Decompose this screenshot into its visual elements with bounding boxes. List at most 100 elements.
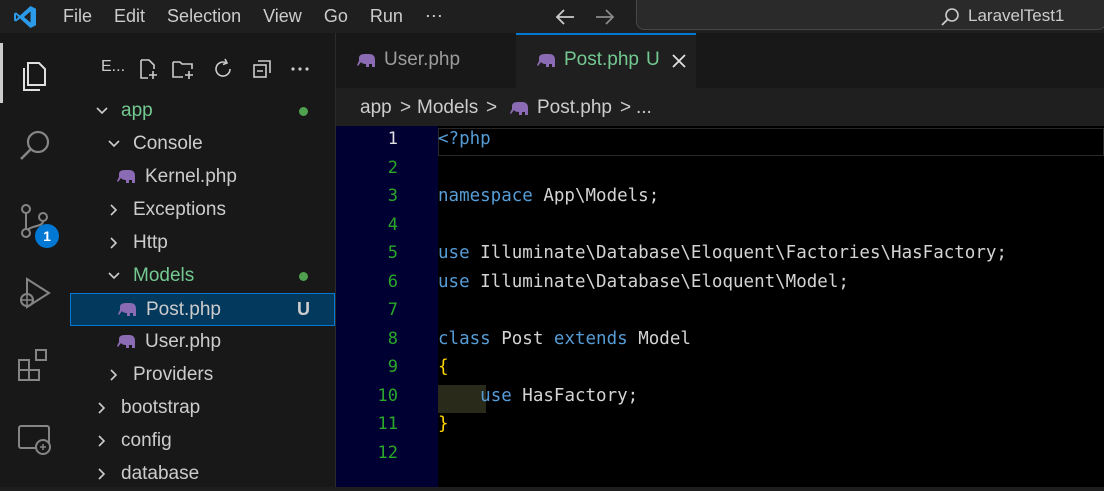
- chevron-down-icon: [108, 140, 120, 148]
- back-arrow-icon[interactable]: [554, 7, 576, 27]
- php-elephant-icon: [537, 54, 555, 67]
- line-number: 8: [387, 328, 398, 349]
- menu-file[interactable]: File: [52, 0, 103, 33]
- tree-item-label: Post.php: [146, 299, 221, 320]
- vscode-logo-icon: [14, 6, 36, 28]
- php-elephant-icon: [118, 303, 136, 316]
- line-number: 1: [387, 129, 398, 149]
- breadcrumb: app > Models > Post.php > ...: [336, 88, 1104, 126]
- tree-folder[interactable]: Http: [70, 227, 335, 260]
- tab-label: Post.php: [564, 49, 639, 70]
- menu-go[interactable]: Go: [313, 0, 359, 33]
- line-number: 4: [387, 214, 398, 235]
- menu-selection[interactable]: Selection: [156, 0, 252, 33]
- breadcrumb-app[interactable]: app: [360, 97, 392, 119]
- new-file-icon[interactable]: [136, 57, 160, 81]
- php-elephant-icon: [117, 170, 135, 183]
- explorer-title: E...: [101, 58, 126, 75]
- menu-run[interactable]: Run: [359, 0, 414, 33]
- tree-item-label: User.php: [145, 331, 222, 352]
- line-number: 2: [387, 157, 398, 178]
- line-number: 10: [377, 385, 398, 406]
- git-modified-dot: [299, 272, 308, 281]
- tab-git-status: U: [646, 49, 660, 70]
- workspace-name: LaravelTest1: [968, 6, 1065, 25]
- chevron-right-icon: [110, 204, 118, 216]
- tree-item-label: bootstrap: [121, 397, 201, 418]
- tree-file[interactable]: Post.php U: [70, 293, 335, 326]
- tree-item-label: Console: [133, 133, 203, 154]
- php-elephant-icon: [357, 54, 375, 67]
- search-icon: [941, 8, 959, 26]
- more-actions-icon[interactable]: [288, 57, 312, 81]
- breadcrumb-separator: >: [486, 97, 498, 118]
- menu-edit[interactable]: Edit: [103, 0, 156, 33]
- tree-item-label: Http: [133, 232, 168, 253]
- tree-item-label: Providers: [133, 364, 214, 385]
- activity-bar: 1: [0, 33, 70, 487]
- explorer-header: E...: [70, 33, 336, 103]
- remote-explorer-icon[interactable]: [15, 419, 55, 459]
- chevron-down-icon: [96, 107, 108, 115]
- tree-folder[interactable]: bootstrap: [70, 392, 335, 425]
- code-line: use Illuminate\Database\Eloquent\Model;: [438, 271, 849, 292]
- active-indicator: [0, 43, 3, 103]
- chevron-right-icon: [98, 468, 106, 480]
- code-line: <?php: [438, 129, 491, 149]
- forward-arrow-icon[interactable]: [594, 7, 616, 27]
- git-untracked-badge: U: [297, 299, 310, 319]
- chevron-down-icon: [108, 272, 120, 280]
- breadcrumb-symbols[interactable]: ...: [636, 97, 652, 119]
- tree-folder[interactable]: database: [70, 458, 335, 491]
- code-line: use HasFactory;: [480, 385, 639, 406]
- tree-item-label: Models: [133, 265, 195, 286]
- current-line-highlight: [438, 128, 1104, 156]
- tree-folder[interactable]: app: [70, 95, 335, 128]
- title-bar: File Edit Selection View Go Run ⋯ Larave…: [0, 0, 1104, 33]
- line-number: 3: [387, 186, 398, 206]
- code-line: namespace App\Models;: [438, 186, 660, 206]
- chevron-right-icon: [110, 237, 118, 249]
- menu-bar: File Edit Selection View Go Run ⋯: [52, 0, 454, 33]
- line-number: 12: [377, 442, 398, 463]
- run-debug-icon[interactable]: [15, 273, 55, 313]
- refresh-icon[interactable]: [211, 57, 235, 81]
- tree-item-label: Exceptions: [133, 199, 226, 220]
- tree-folder[interactable]: config: [70, 425, 335, 458]
- new-folder-icon[interactable]: [171, 57, 195, 81]
- code-line: use Illuminate\Database\Eloquent\Factori…: [438, 243, 1007, 263]
- explorer-icon[interactable]: [15, 55, 55, 95]
- chevron-right-icon: [98, 435, 106, 447]
- tab-user-php[interactable]: User.php: [336, 33, 516, 88]
- code-line: class Post extends Model: [438, 328, 691, 349]
- tree-file[interactable]: Kernel.php: [70, 161, 335, 194]
- tab-post-php[interactable]: Post.php U: [516, 33, 696, 88]
- extensions-icon[interactable]: [15, 346, 55, 386]
- php-elephant-icon: [510, 102, 528, 115]
- line-number: 5: [387, 243, 398, 263]
- tree-item-label: database: [121, 463, 200, 484]
- tree-folder[interactable]: Exceptions: [70, 194, 335, 227]
- menu-more[interactable]: ⋯: [414, 0, 454, 33]
- breadcrumb-post-php[interactable]: Post.php: [537, 97, 612, 119]
- close-icon[interactable]: [670, 52, 688, 70]
- chevron-right-icon: [98, 402, 106, 414]
- code-line: }: [438, 414, 449, 434]
- line-number: 9: [387, 357, 398, 377]
- tree-item-label: Kernel.php: [145, 166, 237, 187]
- breadcrumb-models[interactable]: Models: [417, 97, 478, 119]
- search-view-icon[interactable]: [15, 126, 55, 166]
- tree-file[interactable]: User.php: [70, 326, 335, 359]
- tree-folder[interactable]: Console: [70, 128, 335, 161]
- menu-view[interactable]: View: [252, 0, 313, 33]
- tree-folder[interactable]: Models: [70, 260, 335, 293]
- explorer-sidebar: E... app Console Kernel.php Exceptions Http M…: [70, 33, 336, 487]
- tree-folder[interactable]: Providers: [70, 359, 335, 392]
- breadcrumb-separator: >: [400, 97, 412, 118]
- breadcrumb-separator: >: [620, 97, 632, 118]
- chevron-right-icon: [110, 369, 118, 381]
- line-number: 11: [377, 414, 398, 434]
- tree-item-label: config: [121, 430, 172, 451]
- collapse-all-icon[interactable]: [250, 57, 274, 81]
- code-editor[interactable]: [438, 126, 1104, 487]
